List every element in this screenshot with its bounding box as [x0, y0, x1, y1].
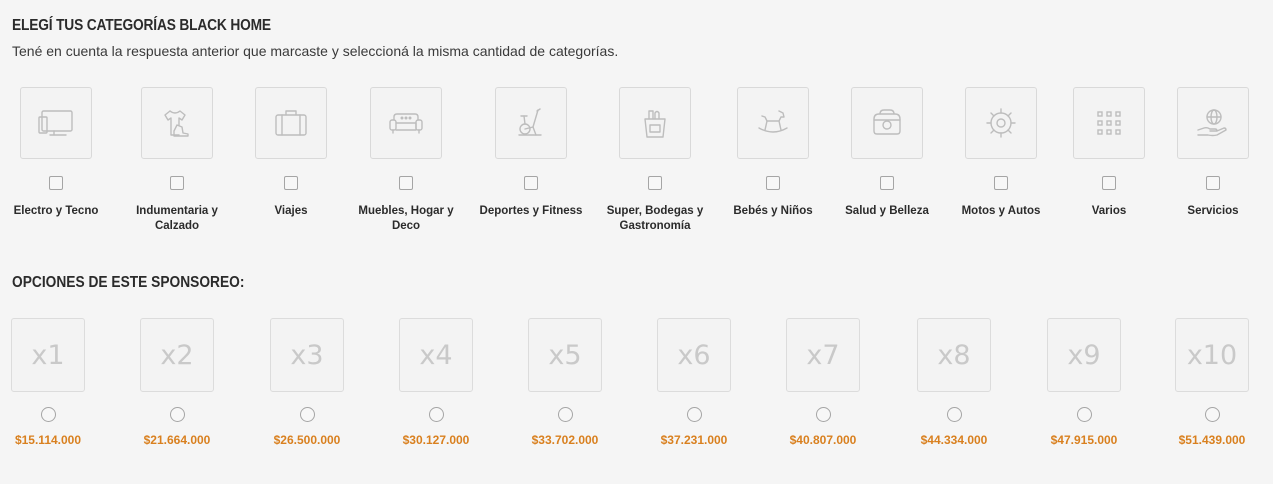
category-label: Servicios: [1187, 205, 1239, 217]
option-price: $47.915.000: [1050, 433, 1118, 447]
option-price: $37.231.000: [660, 433, 728, 447]
category-tile[interactable]: [1177, 87, 1249, 159]
category-checkbox[interactable]: [524, 176, 538, 190]
category-label: Salud y Belleza: [845, 205, 929, 217]
category-label: Deportes y Fitness: [479, 205, 583, 217]
option-price: $51.439.000: [1178, 433, 1246, 447]
category-deportes[interactable]: Deportes y Fitness: [461, 87, 601, 219]
category-label: Viajes: [274, 205, 308, 217]
option-radio[interactable]: [40, 407, 56, 422]
option-radio[interactable]: [428, 407, 444, 422]
globe-hand-icon: [1197, 109, 1227, 137]
option-price: $44.334.000: [920, 433, 988, 447]
option-radio[interactable]: [1076, 407, 1092, 422]
clothing-icon: [164, 110, 189, 137]
option-tile[interactable]: x1: [11, 318, 85, 392]
cosmetics-bag-icon: [873, 109, 901, 135]
category-muebles[interactable]: Muebles, Hogar y Deco: [336, 87, 476, 234]
option-x7[interactable]: x7 $40.807.000: [763, 318, 883, 447]
sofa-icon: [389, 113, 423, 134]
category-label: Electro y Tecno: [13, 205, 99, 217]
category-label: Super, Bodegas y Gastronomía: [606, 205, 704, 232]
option-radio[interactable]: [815, 407, 831, 422]
option-radio[interactable]: [557, 407, 573, 422]
categories-title: ELEGÍ TUS CATEGORÍAS BLACK HOME: [12, 17, 271, 34]
category-checkbox[interactable]: [1102, 176, 1116, 190]
option-price: $15.114.000: [14, 433, 82, 447]
category-tile[interactable]: [20, 87, 92, 159]
option-x6[interactable]: x6 $37.231.000: [634, 318, 754, 447]
category-checkbox[interactable]: [648, 176, 662, 190]
option-x8[interactable]: x8 $44.334.000: [894, 318, 1014, 447]
category-tile[interactable]: [255, 87, 327, 159]
option-tile[interactable]: x2: [140, 318, 214, 392]
category-tile[interactable]: [965, 87, 1037, 159]
category-checkbox[interactable]: [170, 176, 184, 190]
category-tile[interactable]: [619, 87, 691, 159]
category-tile[interactable]: [370, 87, 442, 159]
option-radio[interactable]: [169, 407, 185, 422]
option-x1[interactable]: x1 $15.114.000: [0, 318, 108, 447]
option-price: $26.500.000: [273, 433, 341, 447]
category-label: Indumentaria y Calzado: [136, 205, 218, 232]
categories-subtitle: Tené en cuenta la respuesta anterior que…: [12, 43, 619, 59]
options-title: OPCIONES DE ESTE SPONSOREO:: [12, 274, 245, 291]
option-price: $40.807.000: [789, 433, 857, 447]
gear-icon: [986, 108, 1016, 138]
suitcase-icon: [275, 110, 307, 136]
category-checkbox[interactable]: [766, 176, 780, 190]
option-price: $33.702.000: [531, 433, 599, 447]
category-checkbox[interactable]: [399, 176, 413, 190]
option-x2[interactable]: x2 $21.664.000: [117, 318, 237, 447]
exercise-bike-icon: [518, 108, 542, 136]
category-label: Bebés y Niños: [733, 205, 813, 217]
category-tile[interactable]: [851, 87, 923, 159]
option-radio[interactable]: [1204, 407, 1220, 422]
option-radio[interactable]: [686, 407, 702, 422]
option-x10[interactable]: x10 $51.439.000: [1152, 318, 1272, 447]
category-tile[interactable]: [737, 87, 809, 159]
category-servicios[interactable]: Servicios: [1143, 87, 1273, 219]
option-x4[interactable]: x4 $30.127.000: [376, 318, 496, 447]
option-price: $30.127.000: [402, 433, 470, 447]
category-checkbox[interactable]: [284, 176, 298, 190]
category-checkbox[interactable]: [1206, 176, 1220, 190]
category-checkbox[interactable]: [994, 176, 1008, 190]
option-tile[interactable]: x9: [1047, 318, 1121, 392]
grocery-bag-icon: [644, 110, 666, 138]
option-tile[interactable]: x4: [399, 318, 473, 392]
rocking-horse-icon: [758, 110, 788, 133]
category-label: Muebles, Hogar y Deco: [358, 205, 454, 232]
category-checkbox[interactable]: [880, 176, 894, 190]
option-tile[interactable]: x5: [528, 318, 602, 392]
option-tile[interactable]: x10: [1175, 318, 1249, 392]
option-price: $21.664.000: [143, 433, 211, 447]
option-radio[interactable]: [946, 407, 962, 422]
category-tile[interactable]: [495, 87, 567, 159]
option-tile[interactable]: x6: [657, 318, 731, 392]
option-radio[interactable]: [299, 407, 315, 422]
category-tile[interactable]: [1073, 87, 1145, 159]
category-tile[interactable]: [141, 87, 213, 159]
option-tile[interactable]: x3: [270, 318, 344, 392]
category-checkbox[interactable]: [49, 176, 63, 190]
option-x9[interactable]: x9 $47.915.000: [1024, 318, 1144, 447]
option-tile[interactable]: x7: [786, 318, 860, 392]
tv-monitor-icon: [38, 110, 73, 136]
option-tile[interactable]: x8: [917, 318, 991, 392]
option-x5[interactable]: x5 $33.702.000: [505, 318, 625, 447]
option-x3[interactable]: x3 $26.500.000: [247, 318, 367, 447]
grid-icon: [1097, 111, 1121, 135]
